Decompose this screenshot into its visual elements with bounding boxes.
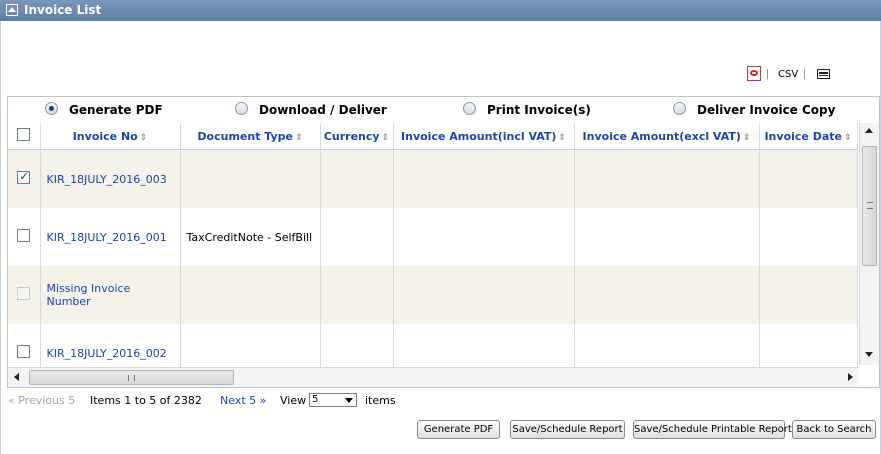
items-label: items: [365, 394, 396, 407]
radio-button[interactable]: [673, 102, 686, 115]
table-row[interactable]: KIR_18JULY_2016_003: [8, 149, 858, 208]
column-header-label: Invoice Amount(excl VAT): [582, 129, 741, 143]
column-header-label: Document Type: [197, 129, 294, 143]
column-header-label: Currency: [323, 129, 380, 143]
csv-export-link[interactable]: CSV: [778, 69, 798, 80]
column-header-invoice-date[interactable]: Invoice Date ⇕: [759, 123, 858, 150]
view-label: View: [280, 394, 307, 407]
horizontal-scrollbar[interactable]: [8, 367, 859, 387]
page-size-select[interactable]: 5: [309, 393, 357, 407]
amount-incl-cell: [393, 208, 575, 266]
printer-icon[interactable]: [817, 69, 830, 79]
invoice-no-cell: KIR_18JULY_2016_003: [40, 149, 181, 208]
vertical-scroll-thumb[interactable]: [862, 146, 877, 266]
column-header-label: Invoice Amount(incl VAT): [401, 129, 557, 143]
amount-incl-cell: [393, 149, 575, 208]
vertical-scrollbar[interactable]: [859, 123, 879, 365]
column-header-label: Invoice Date: [764, 129, 842, 143]
sort-icon[interactable]: ⇕: [295, 133, 303, 143]
panel-header: Invoice List: [0, 0, 881, 21]
invoice-date-cell: [759, 149, 858, 208]
column-header-invoice-no[interactable]: Invoice No ⇕: [40, 123, 181, 150]
document-type-cell: TaxCreditNote - SelfBill: [180, 208, 321, 266]
column-header-currency[interactable]: Currency ⇕: [320, 123, 394, 150]
scroll-down-arrow-icon[interactable]: [865, 352, 873, 357]
amount-excl-cell: [574, 208, 760, 266]
currency-cell: [320, 266, 394, 324]
sort-icon[interactable]: ⇕: [140, 133, 148, 143]
row-checkbox[interactable]: [17, 169, 31, 184]
invoice-no-cell: Missing Invoice Number: [40, 266, 181, 324]
separator: [767, 69, 768, 79]
invoice-link[interactable]: KIR_18JULY_2016_002: [47, 347, 167, 360]
column-header-label: Invoice No: [72, 129, 138, 143]
invoice-grid: Generate PDF Download / Deliver Print In…: [7, 96, 880, 388]
column-header-document-type[interactable]: Document Type ⇕: [180, 123, 321, 150]
pdf-icon[interactable]: [747, 66, 761, 81]
select-all-checkbox[interactable]: [17, 128, 31, 141]
sort-icon[interactable]: ⇕: [743, 133, 751, 143]
row-checkbox[interactable]: [17, 345, 31, 358]
column-header-amount-incl-vat[interactable]: Invoice Amount(incl VAT) ⇕: [393, 123, 575, 150]
collapse-icon[interactable]: [6, 4, 18, 16]
row-select-cell: [8, 149, 41, 208]
radio-button[interactable]: [463, 102, 476, 115]
select-all-header: [8, 123, 41, 150]
sort-icon[interactable]: ⇕: [844, 133, 852, 143]
row-checkbox-disabled: [17, 287, 31, 300]
scroll-right-arrow-icon[interactable]: [848, 373, 853, 381]
amount-excl-cell: [574, 149, 760, 208]
radio-button-selected[interactable]: [45, 102, 58, 115]
invoice-no-cell: KIR_18JULY_2016_001: [40, 208, 181, 266]
action-radio-group: Generate PDF Download / Deliver Print In…: [8, 97, 879, 123]
radio-label: Download / Deliver: [259, 103, 387, 117]
currency-cell: [320, 149, 394, 208]
generate-pdf-button[interactable]: Generate PDF: [417, 420, 500, 439]
radio-label: Deliver Invoice Copy: [697, 103, 836, 117]
save-schedule-printable-report-button[interactable]: Save/Schedule Printable Report: [633, 420, 792, 439]
table-row[interactable]: Missing Invoice Number: [8, 266, 858, 324]
row-checkbox[interactable]: [17, 229, 31, 242]
document-type-cell: [180, 149, 321, 208]
table-row[interactable]: KIR_18JULY_2016_001 TaxCreditNote - Self…: [8, 208, 858, 266]
currency-cell: [320, 208, 394, 266]
items-range-text: Items 1 to 5 of 2382: [90, 394, 202, 407]
invoice-table: Invoice No ⇕ Document Type ⇕ Currency ⇕ Inv…: [8, 123, 858, 382]
table-header-row: Invoice No ⇕ Document Type ⇕ Currency ⇕ Inv…: [8, 123, 858, 150]
separator: [804, 69, 805, 79]
radio-label: Print Invoice(s): [487, 103, 591, 117]
row-select-cell: [8, 266, 41, 324]
row-select-cell: [8, 208, 41, 266]
invoice-link[interactable]: Missing Invoice Number: [47, 282, 131, 308]
invoice-link[interactable]: KIR_18JULY_2016_003: [47, 173, 167, 186]
invoice-date-cell: [759, 208, 858, 266]
scroll-left-arrow-icon[interactable]: [14, 373, 19, 381]
amount-excl-cell: [574, 266, 760, 324]
document-type-cell: [180, 266, 321, 324]
panel-title: Invoice List: [24, 3, 102, 17]
back-to-search-button[interactable]: Back to Search: [792, 420, 876, 439]
invoice-date-cell: [759, 266, 858, 324]
column-header-amount-excl-vat[interactable]: Invoice Amount(excl VAT) ⇕: [574, 123, 760, 150]
previous-page-link[interactable]: « Previous 5: [8, 394, 75, 407]
horizontal-scroll-thumb[interactable]: [29, 370, 234, 385]
next-page-link[interactable]: Next 5 »: [220, 394, 266, 407]
invoice-link[interactable]: KIR_18JULY_2016_001: [47, 231, 167, 244]
panel-border-left: [0, 21, 1, 454]
amount-incl-cell: [393, 266, 575, 324]
radio-button[interactable]: [235, 102, 248, 115]
scroll-up-arrow-icon[interactable]: [865, 128, 873, 133]
radio-label: Generate PDF: [69, 103, 163, 117]
sort-icon[interactable]: ⇕: [382, 133, 390, 143]
save-schedule-report-button[interactable]: Save/Schedule Report: [510, 420, 625, 439]
sort-icon[interactable]: ⇕: [558, 133, 566, 143]
